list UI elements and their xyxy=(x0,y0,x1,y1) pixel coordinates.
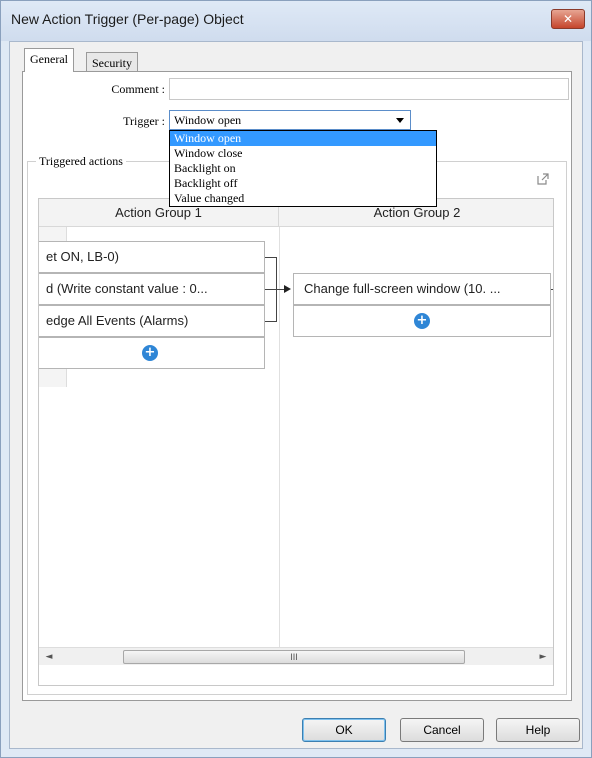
scroll-left-icon[interactable]: ◄ xyxy=(41,650,57,664)
comment-label: Comment : xyxy=(111,82,165,96)
group1-action-2[interactable]: d (Write constant value : 0... xyxy=(39,273,265,305)
trigger-label: Trigger : xyxy=(123,114,165,128)
comment-input[interactable] xyxy=(169,78,569,100)
connector-line xyxy=(551,289,553,290)
dialog-window: New Action Trigger (Per-page) Object ✕ G… xyxy=(0,0,592,758)
help-button[interactable]: Help xyxy=(496,718,580,742)
connector-line xyxy=(265,289,285,290)
tab-general[interactable]: General xyxy=(24,48,74,72)
column-divider xyxy=(279,227,280,647)
group2-action-1[interactable]: Change full-screen window (10. ... xyxy=(293,273,551,305)
title-bar[interactable]: New Action Trigger (Per-page) Object ✕ xyxy=(1,1,591,41)
scroll-right-icon[interactable]: ► xyxy=(535,650,551,664)
triggered-actions-label: Triggered actions xyxy=(36,154,126,169)
trigger-option-window-open[interactable]: Window open xyxy=(170,131,436,146)
window-title: New Action Trigger (Per-page) Object xyxy=(11,11,244,27)
group2-add-cell[interactable]: + xyxy=(293,305,551,337)
trigger-select[interactable]: Window open xyxy=(169,110,411,130)
general-panel: Comment : Trigger : Window open Window o… xyxy=(22,71,572,701)
external-link-icon[interactable] xyxy=(536,172,552,186)
add-action-icon[interactable]: + xyxy=(142,345,158,361)
triggered-actions-group: Triggered actions Action Group 1 Action … xyxy=(27,154,567,695)
action-groups-canvas: Action Group 1 Action Group 2 et ON, LB-… xyxy=(38,198,554,686)
group1-add-cell[interactable]: + xyxy=(39,337,265,369)
close-button[interactable]: ✕ xyxy=(551,9,585,29)
trigger-option-window-close[interactable]: Window close xyxy=(170,146,436,161)
group1-action-1[interactable]: et ON, LB-0) xyxy=(39,241,265,273)
trigger-selected-value: Window open xyxy=(174,113,242,127)
trigger-option-value-changed[interactable]: Value changed xyxy=(170,191,436,206)
trigger-dropdown-list: Window open Window close Backlight on Ba… xyxy=(169,130,437,207)
arrow-right-icon xyxy=(284,285,291,293)
close-icon: ✕ xyxy=(562,12,574,26)
tab-security[interactable]: Security xyxy=(86,52,138,72)
trigger-option-backlight-off[interactable]: Backlight off xyxy=(170,176,436,191)
group1-action-3[interactable]: edge All Events (Alarms) xyxy=(39,305,265,337)
ok-button[interactable]: OK xyxy=(302,718,386,742)
horizontal-scrollbar[interactable]: ◄ III ► xyxy=(39,647,553,665)
cancel-button[interactable]: Cancel xyxy=(400,718,484,742)
scroll-thumb[interactable]: III xyxy=(123,650,465,664)
trigger-option-backlight-on[interactable]: Backlight on xyxy=(170,161,436,176)
chevron-down-icon xyxy=(396,118,404,123)
dialog-client: General Security Comment : Trigger : Win… xyxy=(9,41,583,749)
add-action-icon[interactable]: + xyxy=(414,313,430,329)
